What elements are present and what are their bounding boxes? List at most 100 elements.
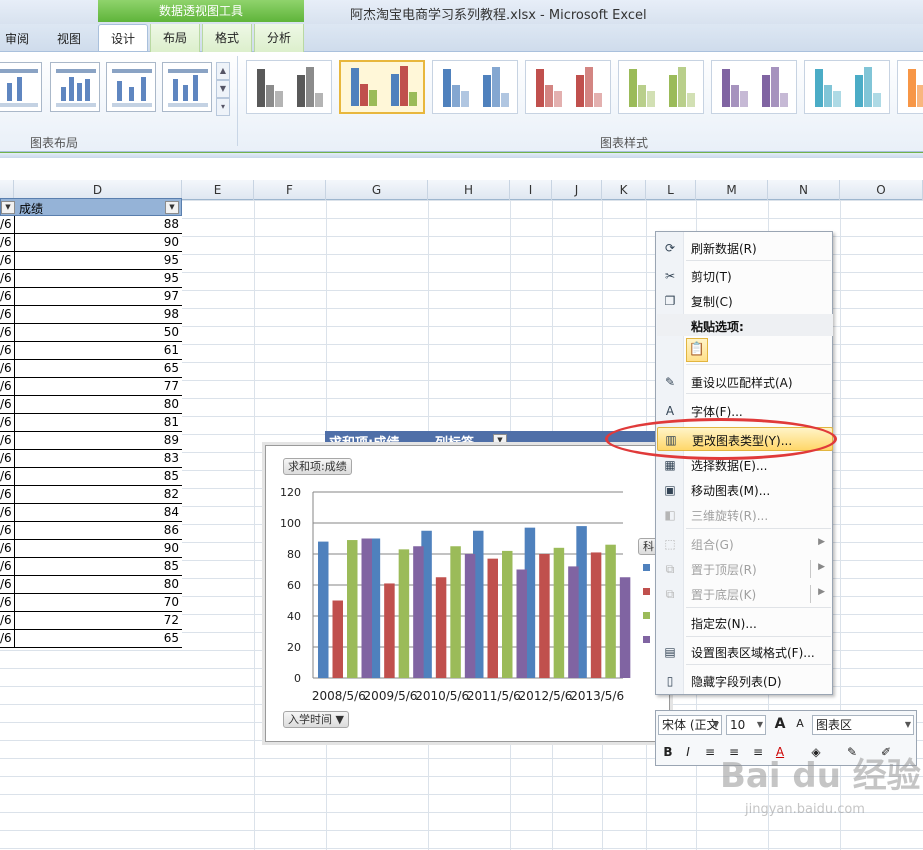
table-row[interactable]: /6 50 <box>0 324 182 342</box>
bar <box>568 566 579 678</box>
bar <box>487 558 498 678</box>
menu-item-copy[interactable]: ❐ 复制(C) <box>657 289 833 313</box>
menu-item-group[interactable]: ⬚ 组合(G) ▶ <box>657 532 833 556</box>
value-field-button[interactable]: 求和项:成绩 <box>283 458 352 475</box>
tab-review[interactable]: 审阅 <box>0 26 34 52</box>
menu-item-field-list[interactable]: ▯ 隐藏字段列表(D) <box>657 669 833 693</box>
table-row[interactable]: /6 97 <box>0 288 182 306</box>
menu-item-refresh[interactable]: ⟳ 刷新数据(R) <box>657 236 833 260</box>
layout-gallery-scroll[interactable]: ▲ ▼ ▾ <box>216 62 230 118</box>
score-cell: 85 <box>163 559 179 573</box>
chart-style-thumb[interactable] <box>246 60 332 114</box>
chart-plot: 0204060801001202008/5/62009/5/62010/5/62… <box>280 486 650 703</box>
chart-layout-thumb[interactable] <box>106 62 156 112</box>
table-row[interactable]: /6 85 <box>0 558 182 576</box>
table-row[interactable]: /6 98 <box>0 306 182 324</box>
table-row[interactable]: /6 61 <box>0 342 182 360</box>
paste-option-icon[interactable]: 📋 <box>686 338 708 362</box>
data-header-cell[interactable]: ▼ 成绩 ▼ <box>0 198 182 216</box>
column-header[interactable]: I <box>510 180 552 200</box>
table-row[interactable]: /6 81 <box>0 414 182 432</box>
row-date-stub: /6 <box>0 397 12 411</box>
tab-analyze[interactable]: 分析 <box>254 24 304 52</box>
move-chart-icon: ▣ <box>664 483 676 497</box>
column-header[interactable]: J <box>552 180 602 200</box>
chart-style-thumb[interactable] <box>804 60 890 114</box>
axis-field-button[interactable]: 入学时间 ▼ <box>283 711 349 728</box>
table-row[interactable]: /6 65 <box>0 360 182 378</box>
table-row[interactable]: /6 77 <box>0 378 182 396</box>
menu-item-scissors[interactable]: ✂ 剪切(T) <box>657 264 833 288</box>
chart-style-thumb[interactable] <box>339 60 425 114</box>
tab-layout[interactable]: 布局 <box>150 24 200 52</box>
table-row[interactable]: /6 70 <box>0 594 182 612</box>
table-row[interactable]: /6 95 <box>0 270 182 288</box>
table-row[interactable]: /6 90 <box>0 234 182 252</box>
scroll-up-icon[interactable]: ▲ <box>216 62 230 80</box>
chart-style-thumb[interactable] <box>525 60 611 114</box>
menu-item-move-chart[interactable]: ▣ 移动图表(M)... <box>657 478 833 502</box>
x-tick-label: 2011/5/6 <box>467 689 521 703</box>
filter-dropdown-icon[interactable]: ▼ <box>1 201 15 214</box>
chart-layout-thumb[interactable] <box>0 62 42 112</box>
pivot-chart[interactable]: 0 20 40 60 80 100 120 2008/5/6 2009/5/6 2010/5/6 2… <box>265 445 678 742</box>
chart-layout-thumb[interactable] <box>50 62 100 112</box>
tab-design[interactable]: 设计 <box>98 24 148 51</box>
menu-item-reset-style[interactable]: ✎ 重设以匹配样式(A) <box>657 370 833 394</box>
column-header[interactable]: K <box>602 180 646 200</box>
chart-style-thumb[interactable] <box>897 60 923 114</box>
table-row[interactable]: /6 85 <box>0 468 182 486</box>
table-row[interactable]: /6 82 <box>0 486 182 504</box>
column-header[interactable]: G <box>326 180 428 200</box>
y-tick-label: 80 <box>287 548 301 561</box>
send-back-icon: ⧉ <box>665 587 675 601</box>
column-header[interactable]: M <box>696 180 768 200</box>
table-row[interactable]: /6 72 <box>0 612 182 630</box>
italic-button[interactable]: I <box>680 743 696 761</box>
row-date-stub: /6 <box>0 361 12 375</box>
table-row[interactable]: /6 84 <box>0 504 182 522</box>
table-row[interactable]: /6 83 <box>0 450 182 468</box>
menu-item-bring-front[interactable]: ⧉ 置于顶层(R) ▶ <box>657 557 833 581</box>
column-header[interactable]: L <box>646 180 696 200</box>
filter-dropdown-icon[interactable]: ▼ <box>165 201 179 214</box>
table-row[interactable]: /6 90 <box>0 540 182 558</box>
tab-view[interactable]: 视图 <box>46 26 92 52</box>
table-row[interactable]: /6 80 <box>0 576 182 594</box>
column-header[interactable]: O <box>840 180 923 200</box>
menu-item-format-area[interactable]: ▤ 设置图表区域格式(F)... <box>657 640 833 664</box>
table-row[interactable]: /6 88 <box>0 216 182 234</box>
shrink-font-button[interactable]: A <box>792 715 808 733</box>
font-size-box[interactable]: 10 ▼ <box>726 715 766 735</box>
chart-style-thumb[interactable] <box>432 60 518 114</box>
chart-layout-thumb[interactable] <box>162 62 212 112</box>
font-name-box[interactable]: 宋体 (正文 ▼ <box>658 715 722 735</box>
tab-format[interactable]: 格式 <box>202 24 252 52</box>
menu-item-macro[interactable]: 指定宏(N)... <box>657 611 833 635</box>
table-row[interactable]: /6 86 <box>0 522 182 540</box>
table-row[interactable]: /6 80 <box>0 396 182 414</box>
column-header[interactable]: H <box>428 180 510 200</box>
table-row[interactable]: /6 95 <box>0 252 182 270</box>
table-row[interactable]: /6 89 <box>0 432 182 450</box>
scroll-down-icon[interactable]: ▼ <box>216 80 230 98</box>
grow-font-button[interactable]: A <box>772 715 788 733</box>
menu-item-label: 复制(C) <box>691 295 733 309</box>
menu-item-rotate-3d[interactable]: ◧ 三维旋转(R)... <box>657 503 833 527</box>
score-cell: 95 <box>163 253 179 267</box>
align-left-icon[interactable]: ≡ <box>702 743 718 761</box>
column-header[interactable]: F <box>254 180 326 200</box>
row-date-stub: /6 <box>0 307 12 321</box>
chart-style-thumb[interactable] <box>618 60 704 114</box>
menu-item-send-back[interactable]: ⧉ 置于底层(K) ▶ <box>657 582 833 606</box>
column-header[interactable]: D <box>14 180 182 200</box>
column-header[interactable]: N <box>768 180 840 200</box>
gallery-more-icon[interactable]: ▾ <box>216 98 230 116</box>
bold-button[interactable]: B <box>660 743 676 761</box>
row-date-stub: /6 <box>0 433 12 447</box>
column-header[interactable]: E <box>182 180 254 200</box>
row-date-stub: /6 <box>0 613 12 627</box>
chart-element-box[interactable]: 图表区 ▼ <box>812 715 914 735</box>
chart-style-thumb[interactable] <box>711 60 797 114</box>
table-row[interactable]: /6 65 <box>0 630 182 648</box>
